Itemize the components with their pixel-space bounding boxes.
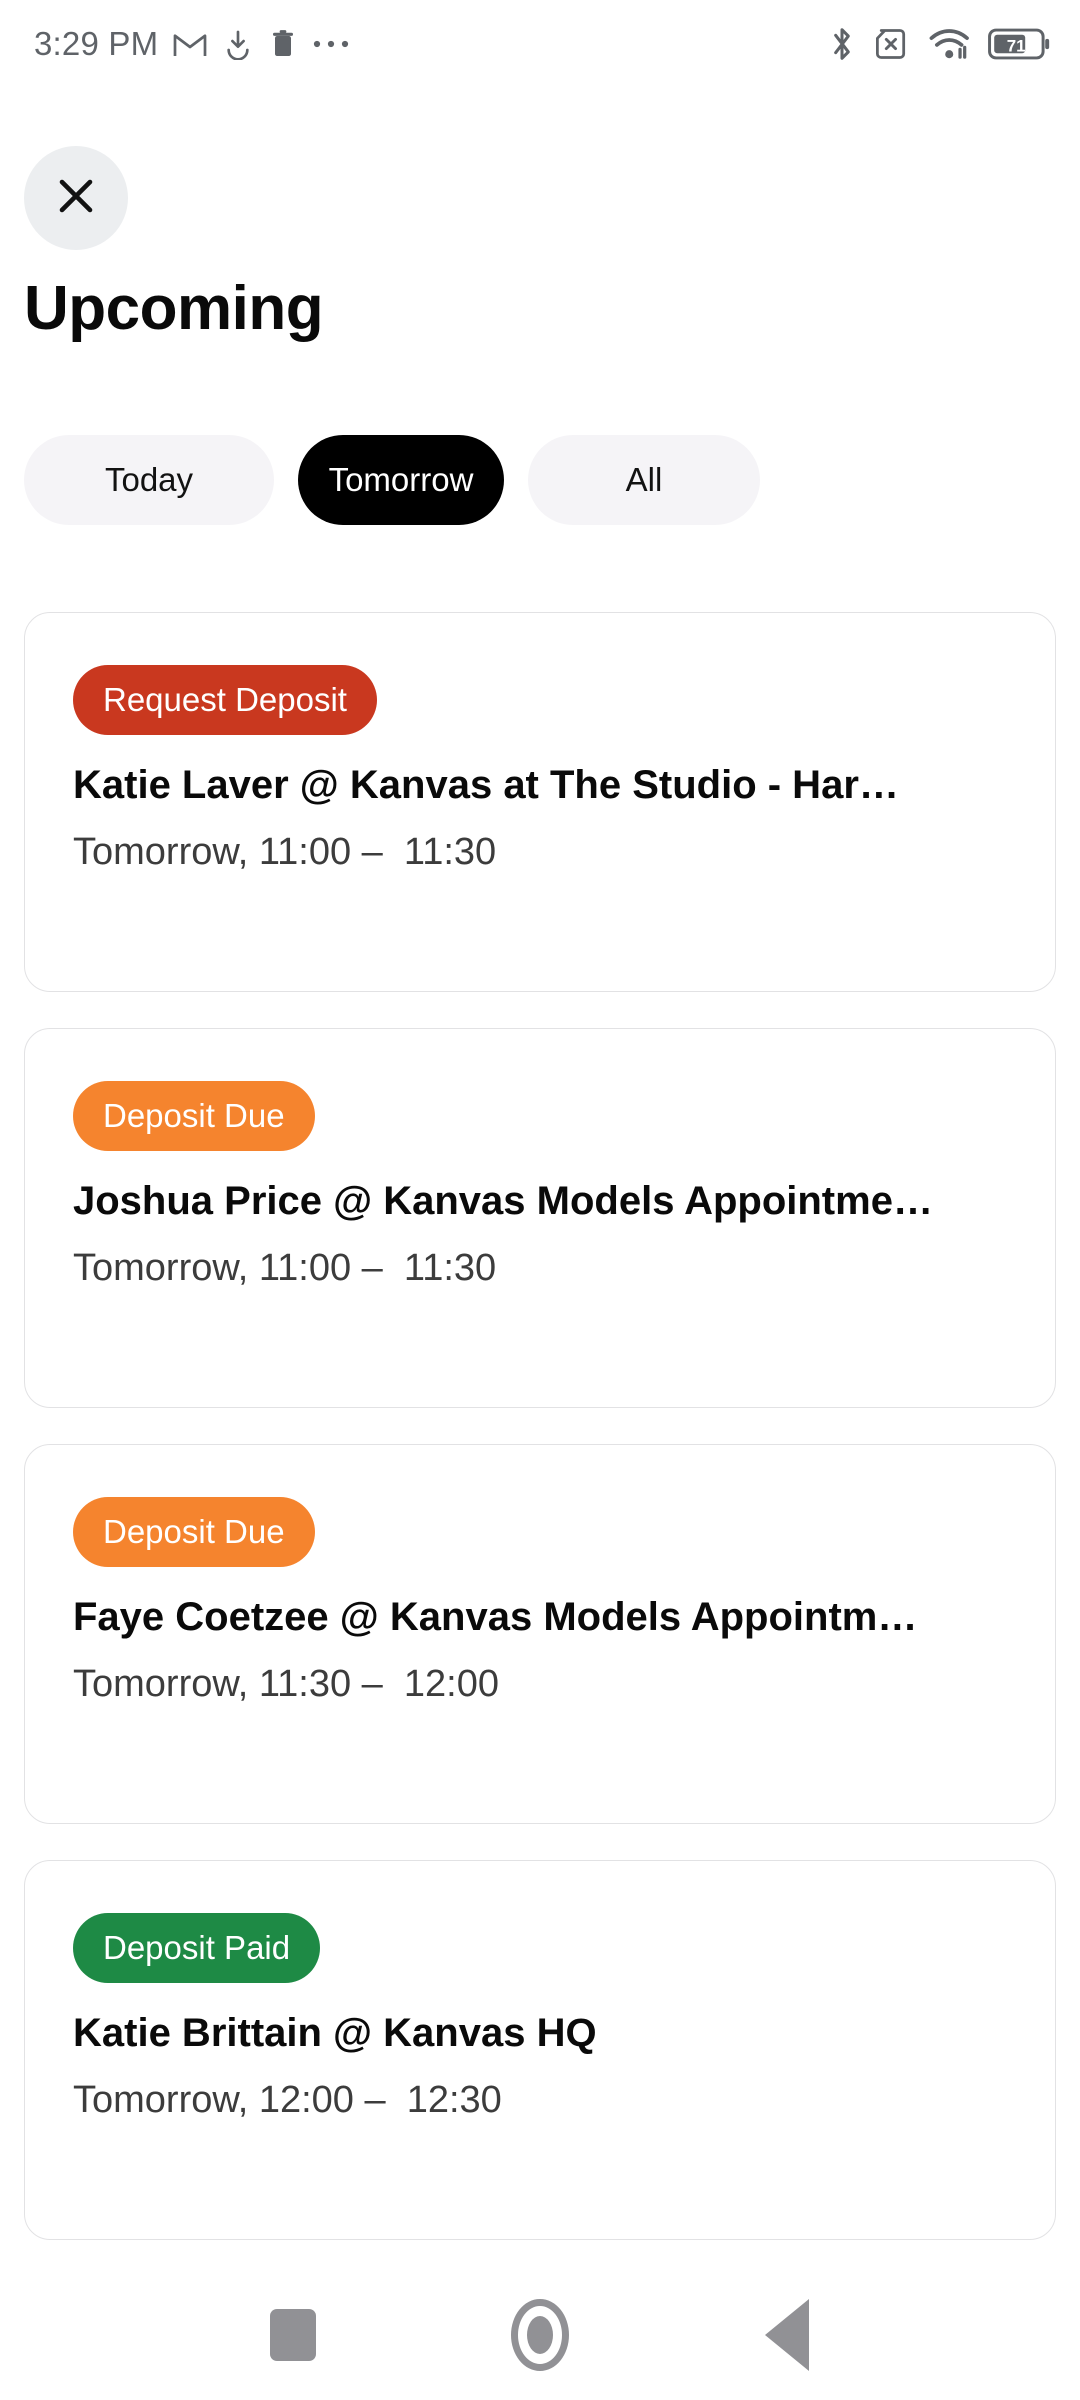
bluetooth-icon: [829, 25, 855, 63]
appointment-title: Faye Coetzee @ Kanvas Models Appointm…: [73, 1595, 918, 1639]
appointment-title: Joshua Price @ Kanvas Models Appointme…: [73, 1179, 933, 1223]
close-icon: [52, 172, 100, 225]
appointment-time: Tomorrow, 11:30 – 12:00: [73, 1663, 499, 1705]
status-badge: Deposit Due: [73, 1081, 315, 1151]
wifi-icon: [929, 27, 971, 61]
appointment-card[interactable]: Deposit Due Joshua Price @ Kanvas Models…: [24, 1028, 1056, 1408]
trash-icon: [268, 28, 298, 60]
circle-home-icon: [510, 2299, 569, 2371]
recents-button[interactable]: [238, 2280, 348, 2390]
appointment-time: Tomorrow, 11:00 – 11:30: [73, 831, 497, 873]
appointment-time: Tomorrow, 12:00 – 12:30: [73, 2079, 502, 2121]
download-icon: [222, 28, 254, 60]
tab-all[interactable]: All: [528, 435, 760, 525]
status-badge: Deposit Paid: [73, 1913, 321, 1983]
appointment-card[interactable]: Deposit Due Faye Coetzee @ Kanvas Models…: [24, 1444, 1056, 1824]
status-bar-clock: 3:29 PM: [34, 25, 159, 62]
status-badge: Deposit Due: [73, 1497, 315, 1567]
triangle-back-icon: [764, 2299, 809, 2371]
back-button[interactable]: [732, 2280, 842, 2390]
appointment-list[interactable]: Request Deposit Katie Laver @ Kanvas at …: [0, 612, 1080, 2272]
status-bar-right: 71: [829, 25, 1050, 63]
status-bar: 3:29 PM 71: [0, 0, 1080, 88]
sim-card-disabled-icon: [872, 27, 912, 61]
appointment-title: Katie Laver @ Kanvas at The Studio - Har…: [73, 763, 899, 807]
tab-today[interactable]: Today: [24, 435, 274, 525]
gmail-icon: [172, 29, 208, 59]
square-recents-icon: [270, 2309, 317, 2361]
battery-icon: 71: [988, 28, 1050, 60]
page-title: Upcoming: [24, 274, 324, 343]
filter-tab-bar: Today Tomorrow All: [24, 435, 760, 525]
android-navigation-bar: [0, 2270, 1080, 2400]
svg-text:71: 71: [1007, 37, 1026, 56]
overflow-menu-icon: [312, 38, 350, 50]
appointment-title: Katie Brittain @ Kanvas HQ: [73, 2011, 597, 2055]
home-button[interactable]: [485, 2280, 595, 2390]
status-bar-left: 3:29 PM: [34, 25, 350, 63]
appointment-card[interactable]: Deposit Paid Katie Brittain @ Kanvas HQ …: [24, 1860, 1056, 2240]
tab-tomorrow[interactable]: Tomorrow: [298, 435, 504, 525]
close-button[interactable]: [24, 146, 128, 250]
appointment-card[interactable]: Request Deposit Katie Laver @ Kanvas at …: [24, 612, 1056, 992]
appointment-time: Tomorrow, 11:00 – 11:30: [73, 1247, 497, 1289]
status-badge: Request Deposit: [73, 665, 377, 735]
